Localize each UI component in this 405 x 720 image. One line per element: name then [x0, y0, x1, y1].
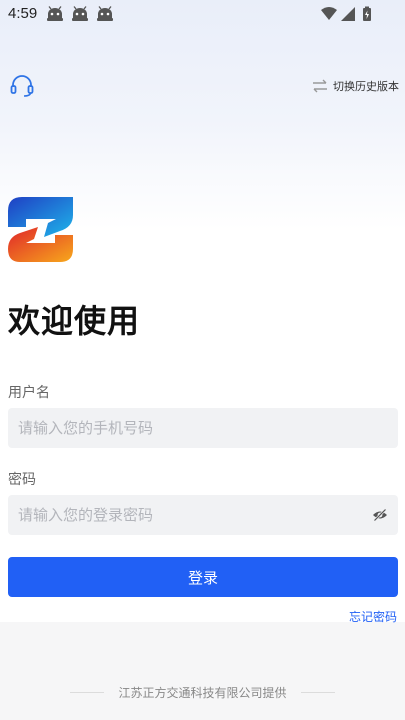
- status-time: 4:59: [8, 5, 38, 22]
- footer-text: 江苏正方交通科技有限公司提供: [118, 685, 287, 700]
- password-field[interactable]: [8, 495, 398, 535]
- switch-version-label: 切换历史版本: [333, 80, 399, 93]
- signal-icon: [341, 7, 355, 21]
- status-bar: 4:59: [0, 0, 405, 28]
- status-indicators: [321, 6, 371, 21]
- username-field[interactable]: [8, 408, 398, 448]
- battery-icon: [363, 6, 371, 21]
- z-logo-icon: [8, 197, 73, 262]
- android-app-icon: [72, 6, 88, 21]
- forgot-password-link[interactable]: 忘记密码: [349, 608, 397, 625]
- wifi-icon: [321, 7, 337, 20]
- username-label: 用户名: [8, 385, 50, 401]
- headset-icon[interactable]: [10, 74, 34, 98]
- login-button[interactable]: 登录: [8, 557, 398, 597]
- welcome-title: 欢迎使用: [8, 302, 141, 340]
- footer-divider: [70, 691, 105, 693]
- android-app-icon: [47, 6, 63, 21]
- android-app-icon: [97, 6, 113, 21]
- footer: 江苏正方交通科技有限公司提供: [0, 684, 405, 700]
- password-label: 密码: [8, 472, 36, 488]
- swap-arrows-icon: [313, 79, 327, 93]
- password-input[interactable]: [18, 495, 358, 535]
- eye-hidden-icon[interactable]: [372, 507, 388, 523]
- footer-divider: [300, 691, 335, 693]
- switch-version-button[interactable]: 切换历史版本: [311, 77, 399, 95]
- username-input[interactable]: [18, 408, 358, 448]
